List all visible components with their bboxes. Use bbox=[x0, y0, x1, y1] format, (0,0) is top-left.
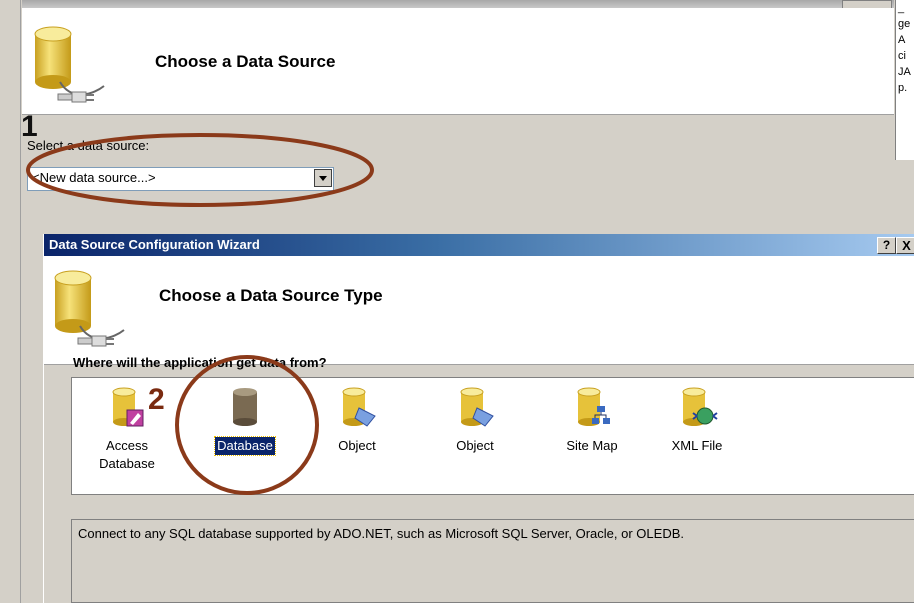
data-source-plug-icon bbox=[54, 270, 125, 347]
annotation-highlight-ellipse-2 bbox=[175, 355, 319, 495]
panel-fragment: ge bbox=[898, 18, 911, 30]
help-button[interactable]: ? bbox=[877, 237, 896, 254]
panel-fragment: ci bbox=[898, 50, 906, 62]
background-text-panel: _ ge A ci JA p. bbox=[895, 0, 914, 160]
annotation-marker-2: 2 bbox=[148, 383, 165, 416]
panel-fragment: A bbox=[898, 34, 906, 46]
source-item-label: Site Map bbox=[566, 438, 618, 453]
source-item-label: Object bbox=[456, 438, 494, 453]
wizard-page-title: Choose a Data Source Type bbox=[159, 286, 383, 305]
access-database-icon bbox=[112, 387, 144, 427]
object-icon bbox=[342, 387, 376, 427]
source-item-label: Access Database bbox=[99, 438, 155, 471]
wizard-header: Choose a Data Source Type bbox=[44, 256, 914, 365]
source-description-panel: Connect to any SQL database supported by… bbox=[71, 519, 914, 603]
site-map-icon bbox=[577, 387, 610, 426]
source-item-object[interactable]: Object bbox=[420, 386, 530, 455]
source-item-access-database[interactable]: Access Database bbox=[72, 386, 182, 473]
source-description-text: Connect to any SQL database supported by… bbox=[78, 526, 684, 541]
panel-fragment: p. bbox=[898, 82, 908, 94]
annotation-highlight-ellipse-1 bbox=[26, 133, 374, 207]
back-page-title: Choose a Data Source bbox=[155, 52, 336, 71]
back-dialog-titlebar bbox=[22, 0, 894, 8]
wizard-titlebar: Data Source Configuration Wizard ? X bbox=[44, 234, 914, 256]
panel-fragment: _ bbox=[898, 2, 905, 14]
source-item-label: XML File bbox=[671, 438, 723, 453]
data-source-plug-icon bbox=[34, 26, 105, 103]
source-item-xml-file[interactable]: XML File bbox=[642, 386, 752, 455]
panel-fragment: JA bbox=[898, 66, 911, 78]
back-dialog-header: Choose a Data Source bbox=[22, 8, 894, 115]
source-item-label: Object bbox=[338, 438, 376, 453]
object-icon bbox=[460, 387, 494, 427]
xml-file-icon bbox=[682, 387, 718, 426]
close-button[interactable]: X bbox=[896, 237, 914, 254]
wizard-title: Data Source Configuration Wizard bbox=[49, 237, 260, 252]
left-edge-strip bbox=[0, 0, 21, 603]
source-item-site-map[interactable]: Site Map bbox=[537, 386, 647, 455]
